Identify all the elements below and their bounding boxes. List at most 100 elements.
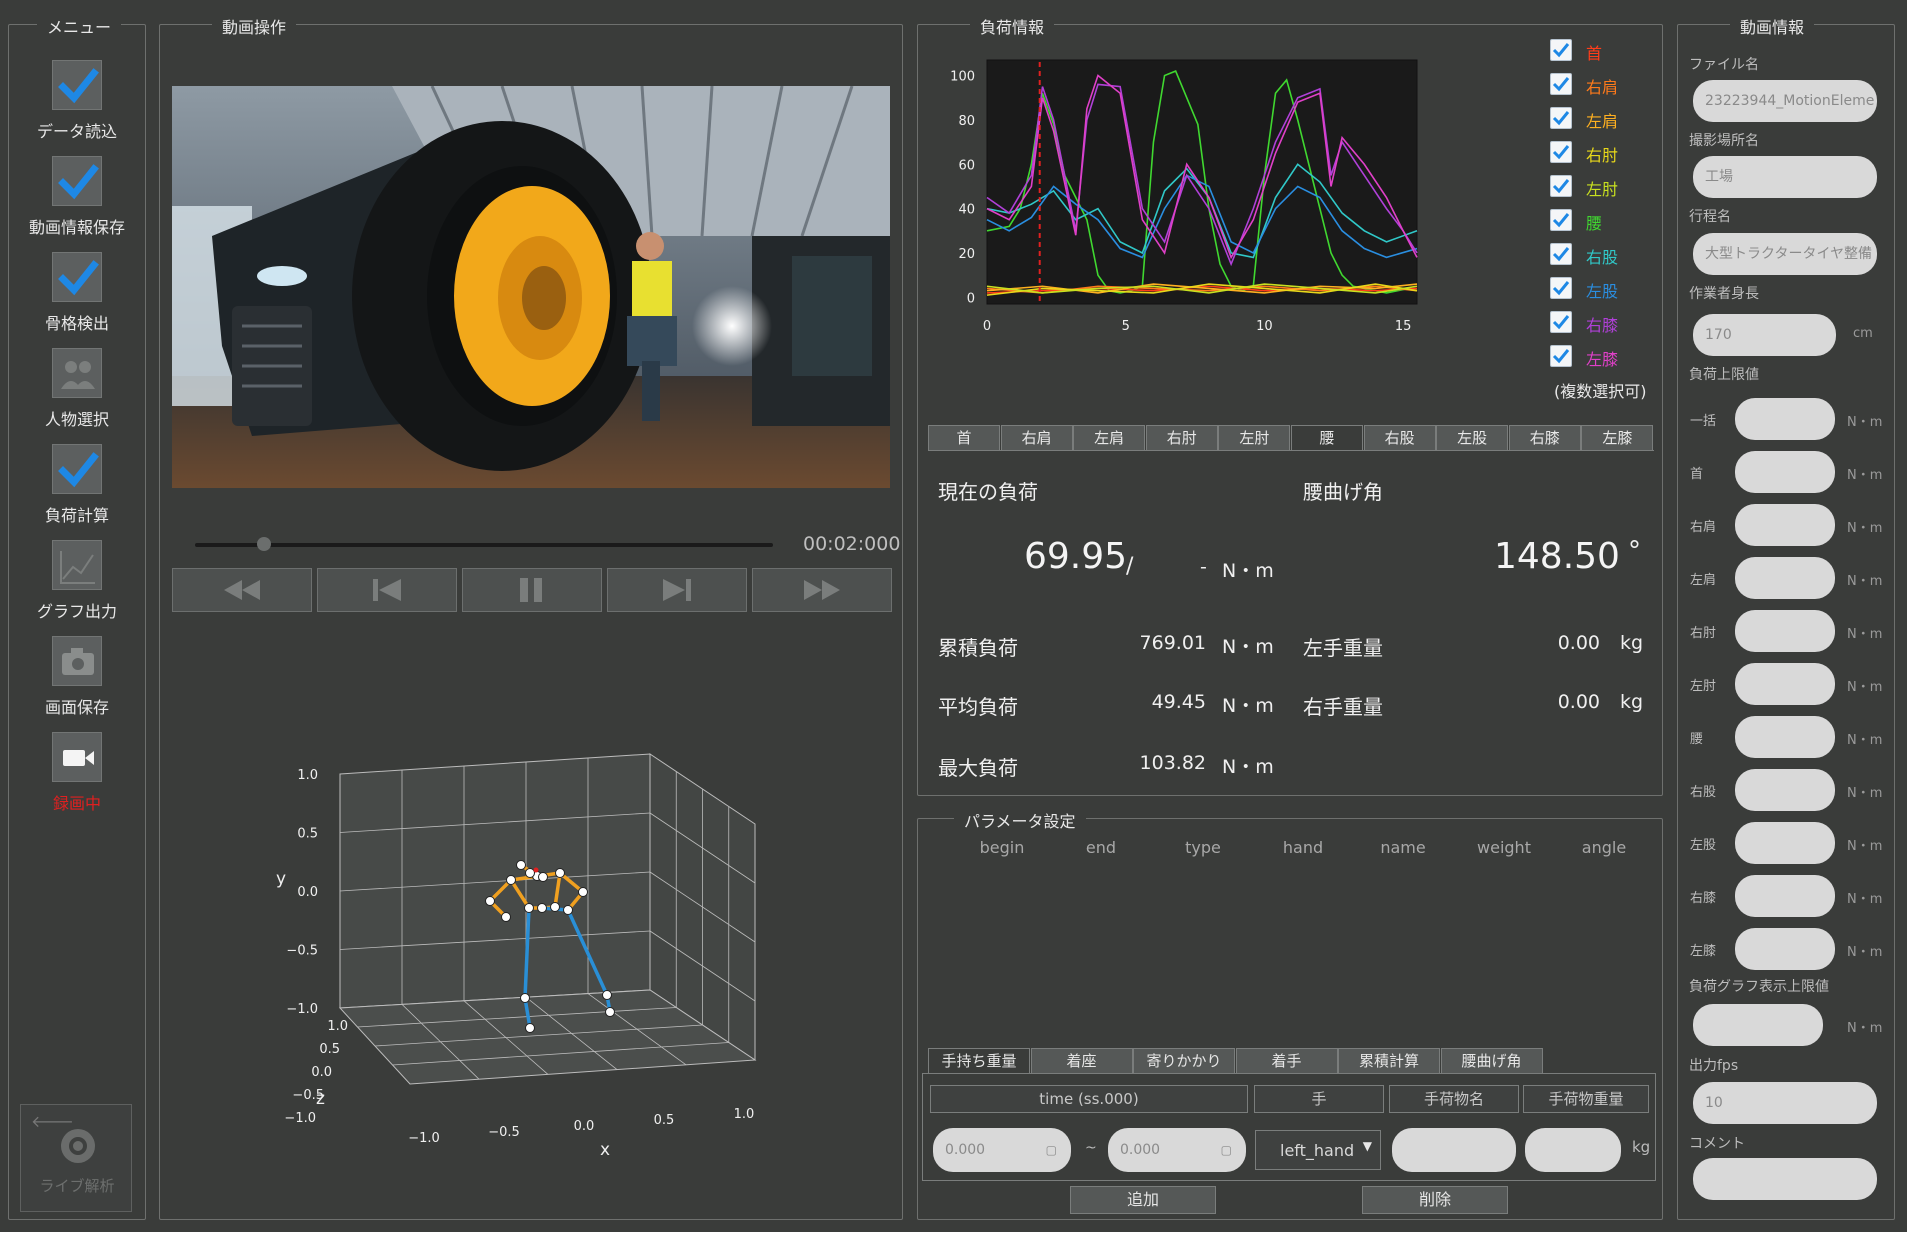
- param-table-header: 手荷物名: [1389, 1085, 1519, 1113]
- load-limit-input[interactable]: [1735, 716, 1835, 758]
- legend-checkbox[interactable]: [1550, 141, 1572, 163]
- location-field[interactable]: 工場: [1693, 156, 1877, 198]
- param-column-header: angle: [1581, 838, 1627, 857]
- load-limit-input[interactable]: [1735, 875, 1835, 917]
- tab-param[interactable]: 腰曲げ角: [1440, 1048, 1543, 1074]
- legend-label: 左膝: [1586, 350, 1619, 369]
- tab-joint[interactable]: 右膝: [1508, 425, 1581, 451]
- skip-back-button[interactable]: [317, 568, 457, 612]
- process-label: 行程名: [1689, 209, 1731, 225]
- load-calc-icon: [52, 444, 102, 494]
- begin-time-input[interactable]: 0.000 ▢: [933, 1128, 1071, 1172]
- menu-item-screen-save[interactable]: 画面保存: [7, 636, 147, 718]
- pose-y-tick: 0.5: [297, 827, 318, 842]
- load-limit-input[interactable]: [1735, 557, 1835, 599]
- load-limit-input[interactable]: [1735, 663, 1835, 705]
- menu-item-recording[interactable]: 録画中: [7, 732, 147, 814]
- legend-checkbox[interactable]: [1550, 39, 1572, 61]
- legend-checkbox[interactable]: [1550, 175, 1572, 197]
- person-select-icon: [52, 348, 102, 398]
- tab-param[interactable]: 手持ち重量: [928, 1048, 1030, 1074]
- worker-height-field[interactable]: 170: [1693, 314, 1836, 356]
- legend-checkbox[interactable]: [1550, 209, 1572, 231]
- pose-z-tick: 1.0: [327, 1019, 348, 1034]
- tab-param[interactable]: 着座: [1030, 1048, 1133, 1074]
- menu-item-skeleton-detect[interactable]: 骨格検出: [7, 252, 147, 334]
- tab-joint[interactable]: 右肩: [1000, 425, 1073, 451]
- process-field[interactable]: 大型トラクタータイヤ整備: [1693, 233, 1877, 275]
- skip-forward-icon: [663, 579, 691, 601]
- end-time-input[interactable]: 0.000 ▢: [1108, 1128, 1246, 1172]
- legend-label: 右膝: [1586, 316, 1619, 335]
- load-limit-row-label: 右股: [1690, 785, 1717, 800]
- legend-checkbox[interactable]: [1550, 311, 1572, 333]
- pose-y-tick: −0.5: [286, 944, 318, 959]
- average-load-value: 49.45: [1151, 691, 1206, 713]
- tab-joint[interactable]: 左肩: [1073, 425, 1146, 451]
- tab-joint[interactable]: 左膝: [1581, 425, 1654, 451]
- screen-save-icon: [52, 636, 102, 686]
- fast-rewind-button[interactable]: [172, 568, 312, 612]
- tab-joint[interactable]: 首: [928, 425, 1000, 451]
- camera-lens-icon: [61, 1129, 95, 1163]
- delete-button[interactable]: 削除: [1362, 1186, 1508, 1214]
- worker-height-label: 作業者身長: [1689, 286, 1759, 302]
- menu-item-person-select[interactable]: 人物選択: [7, 348, 147, 430]
- fps-label: 出力fps: [1689, 1058, 1739, 1074]
- tab-joint[interactable]: 右肘: [1145, 425, 1218, 451]
- load-limit-input[interactable]: [1735, 504, 1835, 546]
- graph-output-icon: [52, 540, 102, 590]
- end-time-value: 0.000: [1120, 1142, 1161, 1158]
- hand-select[interactable]: left_hand ▼: [1255, 1130, 1381, 1170]
- tab-param[interactable]: 累積計算: [1338, 1048, 1440, 1074]
- average-load-unit: N・m: [1222, 695, 1274, 717]
- load-limit-unit: N・m: [1847, 521, 1883, 536]
- seek-bar-track[interactable]: [195, 543, 773, 547]
- legend-checkbox[interactable]: [1550, 277, 1572, 299]
- load-limit-input[interactable]: [1735, 451, 1835, 493]
- skip-forward-button[interactable]: [607, 568, 747, 612]
- parameter-panel-title: パラメータ設定: [954, 808, 1086, 832]
- tab-joint[interactable]: 左股: [1436, 425, 1509, 451]
- menu-item-graph-output[interactable]: グラフ出力: [7, 540, 147, 622]
- skeleton-detect-icon: [52, 252, 102, 302]
- load-limit-input[interactable]: [1735, 398, 1835, 440]
- tab-joint[interactable]: 腰: [1291, 425, 1363, 451]
- load-limit-input[interactable]: [1735, 928, 1835, 970]
- legend-checkbox[interactable]: [1550, 243, 1572, 265]
- video-frame[interactable]: [172, 86, 890, 488]
- fps-field[interactable]: 10: [1693, 1082, 1877, 1124]
- load-limit-input[interactable]: [1735, 610, 1835, 652]
- tab-joint[interactable]: 左肘: [1218, 425, 1291, 451]
- baggage-weight-input[interactable]: [1525, 1128, 1621, 1172]
- legend-label: 首: [1586, 44, 1603, 63]
- load-limit-unit: N・m: [1847, 733, 1883, 748]
- bend-angle-value: 148.50: [1494, 536, 1620, 577]
- menu-item-video-info-save[interactable]: 動画情報保存: [7, 156, 147, 238]
- live-analysis-button[interactable]: 🡐 ライブ解析: [20, 1104, 132, 1212]
- load-limit-input[interactable]: [1735, 769, 1835, 811]
- skeleton-joint: [563, 905, 573, 915]
- tab-underline: [928, 450, 1654, 451]
- tab-param[interactable]: 寄りかかり: [1133, 1048, 1235, 1074]
- legend-checkbox[interactable]: [1550, 73, 1572, 95]
- legend-checkbox[interactable]: [1550, 345, 1572, 367]
- graph-limit-field[interactable]: [1693, 1004, 1823, 1046]
- menu-item-data-load[interactable]: データ読込: [7, 60, 147, 142]
- pose-z-tick: 0.0: [311, 1065, 332, 1080]
- comment-field[interactable]: [1693, 1158, 1877, 1200]
- baggage-weight-unit: kg: [1632, 1138, 1651, 1156]
- baggage-name-input[interactable]: [1392, 1128, 1516, 1172]
- file-name-field[interactable]: 23223944_MotionEleme: [1693, 80, 1877, 122]
- menu-item-load-calc[interactable]: 負荷計算: [7, 444, 147, 526]
- legend-checkbox[interactable]: [1550, 107, 1572, 129]
- worker-height-unit: cm: [1853, 326, 1873, 341]
- tab-param[interactable]: 着手: [1235, 1048, 1338, 1074]
- fast-forward-button[interactable]: [752, 568, 892, 612]
- pose-x-tick: 0.5: [654, 1113, 675, 1128]
- add-button[interactable]: 追加: [1070, 1186, 1216, 1214]
- load-limit-input[interactable]: [1735, 822, 1835, 864]
- chevron-down-icon: ▼: [1362, 1139, 1372, 1153]
- pause-button[interactable]: [462, 568, 602, 612]
- tab-joint[interactable]: 右股: [1363, 425, 1436, 451]
